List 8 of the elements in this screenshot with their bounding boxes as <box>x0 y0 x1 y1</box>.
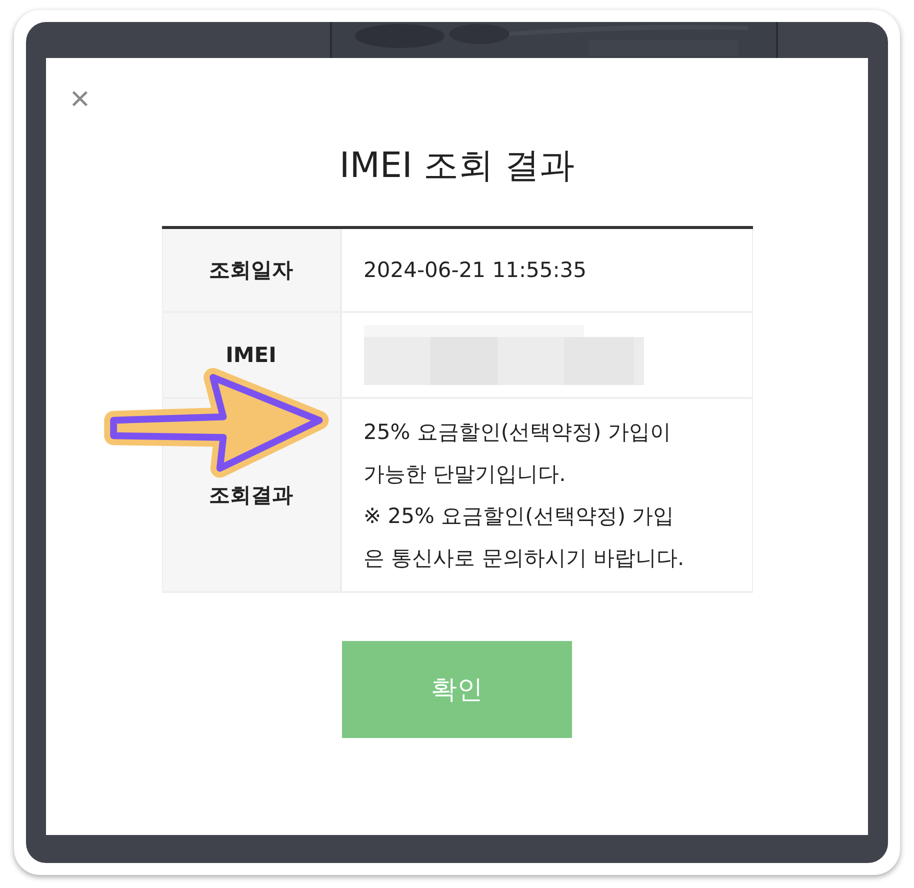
row-label: 조회일자 <box>162 229 342 311</box>
confirm-button[interactable]: 확인 <box>342 641 572 738</box>
row-value: 25% 요금할인(선택약정) 가입이 가능한 단말기입니다. <box>364 419 672 488</box>
dialog-title: IMEI 조회 결과 <box>339 145 575 188</box>
row-label: IMEI <box>162 313 342 397</box>
close-button[interactable]: × <box>70 82 90 116</box>
row-value: ※ 25% 요금할인(선택약정) 가입은 통신사로 문의하시기 바랍니다. <box>364 503 686 572</box>
row-value: 2024-06-21 11:55:35 <box>364 257 588 284</box>
